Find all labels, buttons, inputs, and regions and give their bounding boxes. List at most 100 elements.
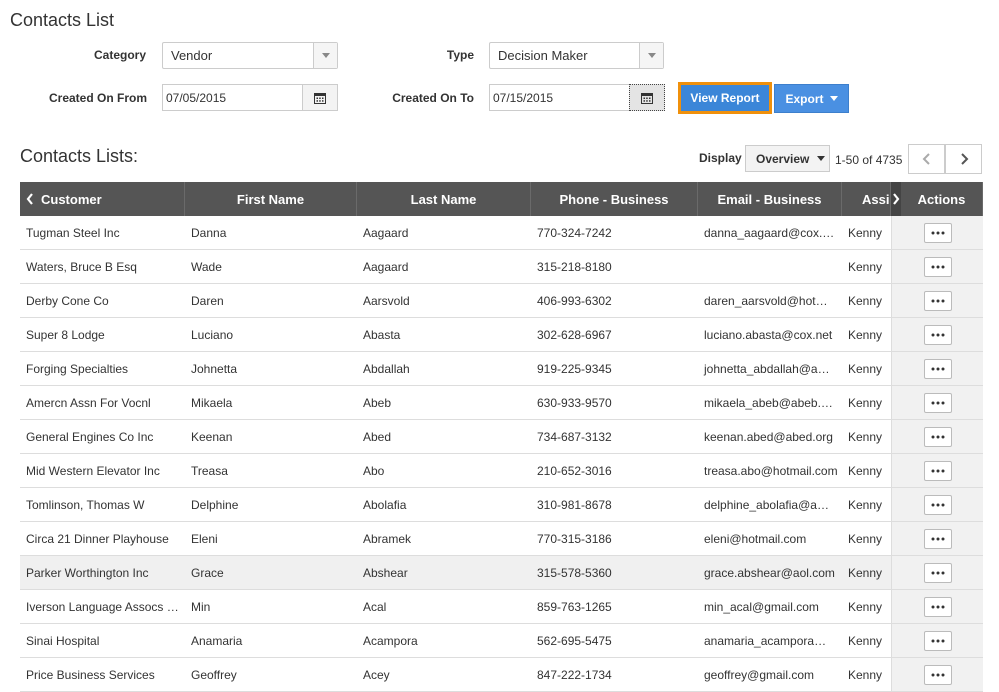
cell-phone: 919-225-9345: [537, 361, 612, 376]
ellipsis-icon: [931, 469, 944, 472]
cell-first-name: Delphine: [191, 497, 239, 512]
row-actions-button[interactable]: [923, 358, 952, 379]
row-actions-button[interactable]: [923, 596, 952, 617]
cell-customer: Tugman Steel Inc: [26, 225, 120, 240]
cell-assigned: Kenny: [848, 497, 883, 512]
column-header-first-name[interactable]: First Name: [185, 182, 357, 216]
table-row[interactable]: Tugman Steel Inc Danna Aagaard 770-324-7242…: [20, 216, 983, 250]
chevron-right-icon: [960, 153, 968, 165]
cell-last-name: Acampora: [363, 633, 418, 648]
export-button[interactable]: Export: [774, 84, 849, 113]
column-header-email[interactable]: Email - Business: [698, 182, 842, 216]
table-row[interactable]: General Engines Co Inc Keenan Abed 734-687-…: [20, 420, 983, 454]
row-actions-button[interactable]: [923, 392, 952, 413]
row-actions-button[interactable]: [923, 664, 952, 685]
prev-page-button[interactable]: [908, 144, 945, 174]
view-report-button[interactable]: View Report: [678, 82, 772, 114]
column-header-assigned[interactable]: Assi: [842, 182, 891, 216]
cell-customer: Price Business Services: [26, 667, 155, 682]
cell-assigned: Kenny: [848, 429, 883, 444]
cell-last-name: Aagaard: [363, 259, 409, 274]
created-to-date: [489, 84, 665, 111]
cell-first-name: Danna: [191, 225, 227, 240]
type-select[interactable]: Decision Maker: [489, 42, 664, 69]
column-header-label: Actions: [917, 191, 966, 207]
cell-last-name: Acal: [363, 599, 387, 614]
pagination-range: 1-50 of 4735: [835, 153, 903, 167]
cell-phone: 315-218-8180: [537, 259, 612, 274]
column-header-phone[interactable]: Phone - Business: [531, 182, 698, 216]
ellipsis-icon: [931, 401, 944, 404]
table-row[interactable]: Price Business Services Geoffrey Acey 847-2…: [20, 658, 983, 692]
cell-assigned: Kenny: [848, 531, 883, 546]
cell-customer: Iverson Language Assocs …: [26, 599, 179, 614]
cell-first-name: Eleni: [191, 531, 218, 546]
table-row[interactable]: Waters, Bruce B Esq Wade Aagaard 315-218-81…: [20, 250, 983, 284]
row-actions-button[interactable]: [923, 222, 952, 243]
table-row[interactable]: Parker Worthington Inc Grace Abshear 315-57…: [20, 556, 983, 590]
table-row[interactable]: Forging Specialties Johnetta Abdallah 919-2…: [20, 352, 983, 386]
table-row[interactable]: Mid Western Elevator Inc Treasa Abo 210-652…: [20, 454, 983, 488]
column-header-customer[interactable]: Customer: [20, 182, 185, 216]
row-actions-button[interactable]: [923, 562, 952, 583]
calendar-button[interactable]: [629, 84, 665, 111]
chevron-left-icon[interactable]: [26, 193, 34, 205]
page-title: Contacts List: [10, 10, 115, 30]
ellipsis-icon: [931, 673, 944, 676]
row-actions-button[interactable]: [923, 290, 952, 311]
cell-customer: Sinai Hospital: [26, 633, 100, 648]
category-select[interactable]: Vendor: [162, 42, 338, 69]
ellipsis-icon: [931, 537, 944, 540]
cell-phone: 310-981-8678: [537, 497, 612, 512]
cell-phone: 734-687-3132: [537, 429, 612, 444]
cell-email: delphine_abolafia@a…: [704, 497, 829, 512]
scroll-right-button[interactable]: [891, 182, 901, 216]
display-select[interactable]: Overview: [745, 145, 830, 172]
cell-last-name: Acey: [363, 667, 390, 682]
table-row[interactable]: Circa 21 Dinner Playhouse Eleni Abramek 770…: [20, 522, 983, 556]
cell-actions: [891, 522, 983, 555]
cell-phone: 847-222-1734: [537, 667, 612, 682]
row-actions-button[interactable]: [923, 528, 952, 549]
cell-email: mikaela_abeb@abeb.…: [704, 395, 833, 410]
cell-customer: Amercn Assn For Vocnl: [26, 395, 151, 410]
row-actions-button[interactable]: [923, 460, 952, 481]
cell-actions: [891, 590, 983, 623]
next-page-button[interactable]: [945, 144, 982, 174]
cell-first-name: Keenan: [191, 429, 233, 444]
calendar-button[interactable]: [302, 84, 338, 111]
cell-last-name: Abeb: [363, 395, 392, 410]
cell-email: grace.abshear@aol.com: [704, 565, 835, 580]
cell-first-name: Min: [191, 599, 211, 614]
chevron-down-icon: [313, 43, 337, 68]
column-header-label: Assi: [862, 191, 890, 207]
caret-down-icon: [829, 96, 838, 101]
row-actions-button[interactable]: [923, 256, 952, 277]
cell-customer: Forging Specialties: [26, 361, 129, 376]
ellipsis-icon: [931, 435, 944, 438]
chevron-right-icon: [893, 193, 900, 205]
row-actions-button[interactable]: [923, 426, 952, 447]
table-row[interactable]: Amercn Assn For Vocnl Mikaela Abeb 630-933-…: [20, 386, 983, 420]
cell-actions: [891, 284, 983, 317]
row-actions-button[interactable]: [923, 630, 952, 651]
row-actions-button[interactable]: [923, 494, 952, 515]
cell-assigned: Kenny: [848, 361, 883, 376]
cell-customer: Circa 21 Dinner Playhouse: [26, 531, 169, 546]
table-row[interactable]: Tomlinson, Thomas W Delphine Abolafia 310-9…: [20, 488, 983, 522]
table-row[interactable]: Super 8 Lodge Luciano Abasta 302-628-6967 lu…: [20, 318, 983, 352]
section-title: Contacts Lists:: [20, 146, 139, 166]
cell-email: treasa.abo@hotmail.com: [704, 463, 838, 478]
table-row[interactable]: Derby Cone Co Daren Aarsvold 406-993-6302 da…: [20, 284, 983, 318]
chevron-down-icon: [817, 156, 826, 161]
row-actions-button[interactable]: [923, 324, 952, 345]
cell-last-name: Abasta: [363, 327, 401, 342]
cell-assigned: Kenny: [848, 225, 883, 240]
table-row[interactable]: Sinai Hospital Anamaria Acampora 562-695-54…: [20, 624, 983, 658]
created-from-input[interactable]: [162, 84, 302, 111]
table-row[interactable]: Iverson Language Assocs … Min Acal 859-763-…: [20, 590, 983, 624]
column-header-last-name[interactable]: Last Name: [357, 182, 531, 216]
created-to-input[interactable]: [489, 84, 629, 111]
cell-customer: Derby Cone Co: [26, 293, 109, 308]
cell-email: johnetta_abdallah@a…: [704, 361, 830, 376]
